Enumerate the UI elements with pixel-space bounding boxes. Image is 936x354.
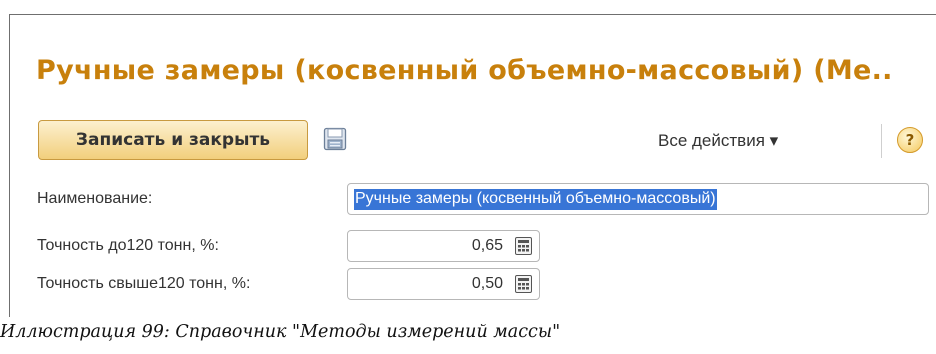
calculator-icon[interactable] (515, 237, 532, 255)
accuracy-under-120-input[interactable]: 0,65 (347, 230, 540, 262)
name-input[interactable]: Ручные замеры (косвенный объемно-массовы… (347, 183, 929, 215)
accuracy-under-120-value: 0,65 (471, 237, 503, 254)
name-input-value: Ручные замеры (косвенный объемно-массовы… (354, 189, 717, 210)
accuracy-over-120-value: 0,50 (471, 275, 503, 292)
toolbar-divider (881, 124, 882, 158)
save-and-close-button[interactable]: Записать и закрыть (38, 120, 308, 160)
accuracy-over-120-label: Точность свыше120 тонн, %: (37, 275, 251, 292)
help-icon[interactable]: ? (897, 127, 923, 153)
floppy-disk-icon[interactable] (323, 127, 347, 151)
form-window: Ручные замеры (косвенный объемно-массовы… (9, 14, 936, 317)
all-actions-menu[interactable]: Все действия ▾ (658, 131, 778, 151)
accuracy-under-120-label: Точность до120 тонн, %: (37, 237, 219, 254)
name-label: Наименование: (37, 190, 153, 207)
calculator-icon[interactable] (515, 275, 532, 293)
form-title: Ручные замеры (косвенный объемно-массовы… (36, 55, 893, 86)
figure-caption: Иллюстрация 99: Справочник "Методы измер… (0, 322, 561, 342)
accuracy-over-120-input[interactable]: 0,50 (347, 268, 540, 300)
